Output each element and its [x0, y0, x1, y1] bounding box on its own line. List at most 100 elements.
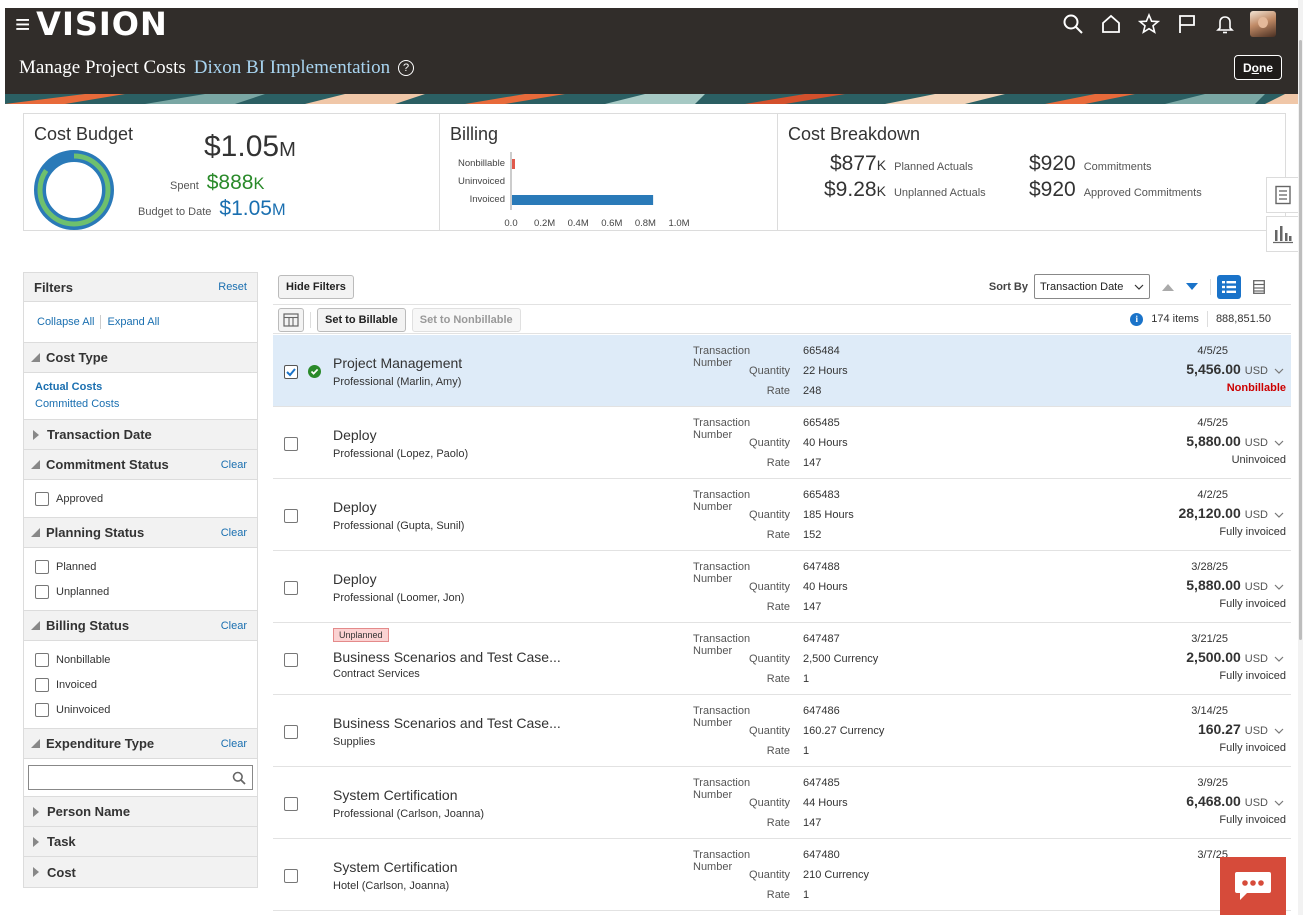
filter-section-task[interactable]: Task — [24, 827, 257, 857]
chevron-down-icon[interactable] — [1272, 507, 1286, 521]
chevron-down-icon[interactable] — [1272, 795, 1286, 809]
hide-filters-button[interactable]: Hide Filters — [278, 275, 354, 299]
row-title[interactable]: Business Scenarios and Test Case... — [333, 715, 561, 731]
filter-section-planning-status[interactable]: Planning Status Clear — [24, 518, 257, 548]
cost-breakdown-panel[interactable]: Cost Breakdown $877K Planned Actuals $9.… — [778, 114, 1285, 230]
set-to-billable-button[interactable]: Set to Billable — [317, 308, 406, 332]
list-item[interactable]: Project Management Professional (Marlin,… — [273, 335, 1291, 407]
table-view-icon[interactable] — [1247, 275, 1271, 299]
list-item[interactable]: Deploy Professional (Lopez, Paolo) Trans… — [273, 407, 1291, 479]
chevron-down-icon[interactable] — [1272, 723, 1286, 737]
row-checkbox[interactable] — [284, 653, 298, 667]
filter-option-planned[interactable]: Planned — [35, 554, 246, 579]
filter-option-invoiced[interactable]: Invoiced — [35, 672, 246, 697]
list-item[interactable]: System Certification Professional (Carls… — [273, 767, 1291, 839]
sort-ascending-icon[interactable] — [1156, 275, 1180, 299]
filter-option-approved[interactable]: Approved — [35, 486, 246, 511]
notifications-bell-icon[interactable] — [1206, 10, 1244, 38]
details-panel-icon[interactable] — [1266, 177, 1300, 213]
list-item[interactable]: Unplanned Business Scenarios and Test Ca… — [273, 623, 1291, 695]
page-scrollbar[interactable] — [1298, 0, 1303, 915]
flag-icon[interactable] — [1168, 10, 1206, 38]
scrollbar-thumb[interactable] — [1299, 40, 1302, 640]
chevron-down-icon[interactable] — [1272, 435, 1286, 449]
row-title[interactable]: System Certification — [333, 859, 457, 875]
hamburger-menu-icon[interactable]: ≡ — [15, 11, 30, 37]
checkbox[interactable] — [35, 584, 49, 599]
list-item[interactable]: Business Scenarios and Test Case... Supp… — [273, 695, 1291, 767]
filter-section-person-name[interactable]: Person Name — [24, 797, 257, 827]
chevron-down-icon[interactable] — [1272, 651, 1286, 665]
billing-panel[interactable]: Billing Nonbillable Uninvoiced Invoiced 0.0… — [440, 114, 778, 230]
user-avatar[interactable] — [1244, 10, 1282, 38]
filter-option-nonbillable[interactable]: Nonbillable — [35, 647, 246, 672]
filter-section-billing-status[interactable]: Billing Status Clear — [24, 611, 257, 641]
billing-bar[interactable] — [512, 195, 654, 205]
checkbox[interactable] — [35, 702, 49, 717]
expand-all-link[interactable]: Expand All — [107, 316, 159, 328]
row-checkbox[interactable] — [284, 509, 298, 523]
filter-section-cost[interactable]: Cost — [24, 857, 257, 887]
search-icon[interactable] — [1054, 10, 1092, 38]
commitments-label: Commitments — [1083, 161, 1152, 173]
row-checkbox[interactable] — [284, 365, 298, 379]
transaction-date: 3/21/25 — [1191, 633, 1228, 645]
list-view-icon[interactable] — [1217, 274, 1241, 299]
planning-status-clear-link[interactable]: Clear — [221, 527, 247, 539]
row-title[interactable]: Deploy — [333, 427, 377, 443]
row-title[interactable]: System Certification — [333, 787, 457, 803]
checkbox[interactable] — [35, 677, 49, 692]
toolbar-separator — [1206, 311, 1208, 327]
filter-section-commitment-status[interactable]: Commitment Status Clear — [24, 450, 257, 480]
row-title[interactable]: Business Scenarios and Test Case... — [333, 649, 561, 665]
help-icon[interactable]: ? — [398, 60, 415, 76]
sort-descending-icon[interactable] — [1180, 275, 1204, 299]
list-item[interactable]: Deploy Professional (Loomer, Jon) Transa… — [273, 551, 1291, 623]
chevron-down-icon[interactable] — [1272, 579, 1286, 593]
home-icon[interactable] — [1092, 10, 1130, 38]
set-to-nonbillable-button[interactable]: Set to Nonbillable — [411, 308, 521, 332]
row-checkbox[interactable] — [284, 581, 298, 595]
actual-costs-link[interactable]: Actual Costs — [35, 379, 246, 396]
commitments-value: $920 — [1029, 152, 1076, 175]
checkbox[interactable] — [35, 652, 49, 667]
row-checkbox[interactable] — [284, 869, 298, 883]
cost-budget-panel[interactable]: Cost Budget $1.05M Spent $888K Budget to… — [24, 114, 440, 230]
row-checkbox[interactable] — [284, 725, 298, 739]
currency-code: USD — [1244, 725, 1268, 737]
filter-section-transaction-date[interactable]: Transaction Date — [24, 420, 257, 450]
billing-status-clear-link[interactable]: Clear — [221, 620, 247, 632]
info-icon: i — [1130, 312, 1144, 326]
list-item[interactable]: Deploy Professional (Gupta, Sunil) Trans… — [273, 479, 1291, 551]
billing-bar[interactable] — [512, 159, 515, 169]
budget-to-date-unit: M — [271, 201, 286, 219]
done-button[interactable]: Do ne — [1233, 55, 1282, 80]
row-title[interactable]: Deploy — [333, 499, 377, 515]
expanded-triangle-icon — [31, 621, 40, 630]
cost-breakdown-title: Cost Breakdown — [788, 124, 921, 144]
chat-assistant-icon[interactable] — [1220, 857, 1286, 915]
sort-by-select[interactable]: Transaction Date — [1034, 274, 1150, 299]
row-checkbox[interactable] — [284, 437, 298, 451]
committed-costs-link[interactable]: Committed Costs — [35, 396, 246, 413]
filter-option-uninvoiced[interactable]: Uninvoiced — [35, 697, 246, 722]
favorites-star-icon[interactable] — [1130, 10, 1168, 38]
list-item[interactable]: System Certification Hotel (Carlson, Joa… — [273, 839, 1291, 911]
checkbox[interactable] — [35, 559, 49, 574]
expenditure-type-clear-link[interactable]: Clear — [221, 738, 247, 750]
chevron-down-icon[interactable] — [1272, 363, 1286, 377]
column-settings-icon[interactable] — [278, 308, 304, 332]
analytics-bar-chart-icon[interactable] — [1266, 216, 1300, 252]
expenditure-type-search-input[interactable] — [28, 765, 253, 790]
filter-section-cost-type[interactable]: Cost Type — [24, 343, 257, 373]
filter-section-expenditure-type[interactable]: Expenditure Type Clear — [24, 729, 257, 759]
commitment-status-clear-link[interactable]: Clear — [221, 459, 247, 471]
row-title[interactable]: Project Management — [333, 355, 462, 371]
billing-status: Fully invoiced — [1219, 670, 1286, 682]
collapse-all-link[interactable]: Collapse All — [37, 316, 94, 328]
row-title[interactable]: Deploy — [333, 571, 377, 587]
filter-option-unplanned[interactable]: Unplanned — [35, 579, 246, 604]
reset-filters-link[interactable]: Reset — [218, 281, 247, 293]
checkbox[interactable] — [35, 491, 49, 506]
row-checkbox[interactable] — [284, 797, 298, 811]
